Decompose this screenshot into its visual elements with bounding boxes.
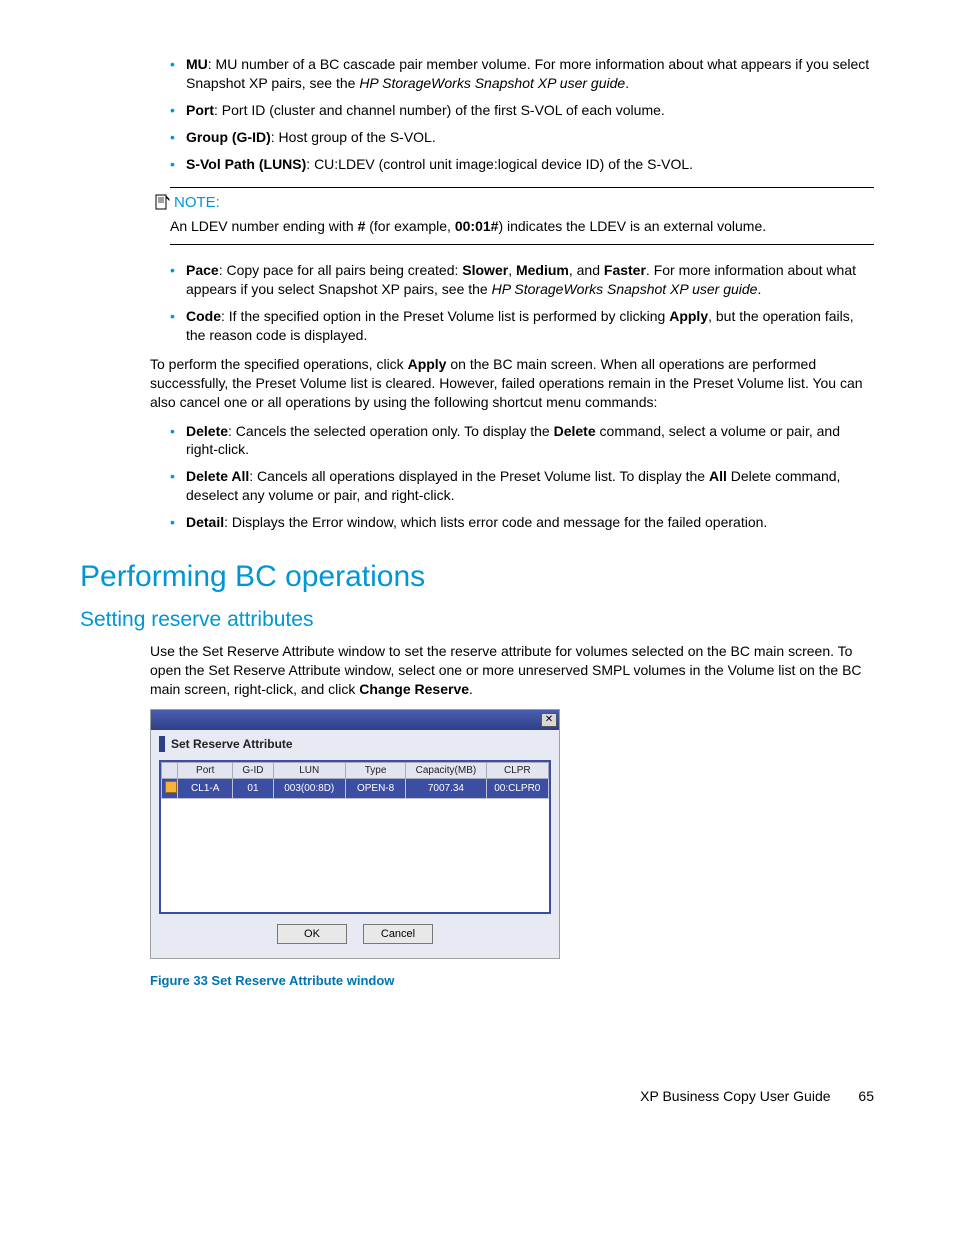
cell-gid: 01 <box>233 778 273 798</box>
term: Pace <box>186 262 219 278</box>
table-row[interactable]: CL1-A 01 003(00:8D) OPEN-8 7007.34 00:CL… <box>162 778 549 798</box>
note-label: NOTE: <box>174 194 220 211</box>
col-port[interactable]: Port <box>178 762 233 778</box>
definition-list-top: MU: MU number of a BC cascade pair membe… <box>150 55 874 173</box>
list-item: S-Vol Path (LUNS): CU:LDEV (control unit… <box>170 155 874 174</box>
window-subtitle: Set Reserve Attribute <box>171 737 293 751</box>
cell-capacity: 7007.34 <box>406 778 486 798</box>
col-capacity[interactable]: Capacity(MB) <box>406 762 486 778</box>
close-icon[interactable]: ✕ <box>541 713 557 727</box>
heading-performing-bc: Performing BC operations <box>80 560 874 594</box>
page-number: 65 <box>858 1088 874 1104</box>
accent-bar <box>159 736 165 752</box>
list-item: Delete All: Cancels all operations displ… <box>170 467 874 505</box>
table-header-row: Port G-ID LUN Type Capacity(MB) CLPR <box>162 762 549 778</box>
cell-type: OPEN-8 <box>345 778 405 798</box>
list-item: Port: Port ID (cluster and channel numbe… <box>170 101 874 120</box>
paragraph: Use the Set Reserve Attribute window to … <box>150 642 874 699</box>
term: Delete All <box>186 468 249 484</box>
paragraph: To perform the specified operations, cli… <box>150 355 874 412</box>
col-gid[interactable]: G-ID <box>233 762 273 778</box>
window-subtitle-row: Set Reserve Attribute <box>159 736 551 752</box>
cell-clpr: 00:CLPR0 <box>486 778 548 798</box>
window-titlebar: ✕ <box>151 710 559 730</box>
footer-title: XP Business Copy User Guide <box>640 1088 830 1104</box>
ok-button[interactable]: OK <box>277 924 347 944</box>
term: MU <box>186 56 208 72</box>
col-clpr[interactable]: CLPR <box>486 762 548 778</box>
term: Group (G-ID) <box>186 129 271 145</box>
note-icon <box>148 194 174 210</box>
list-item: Group (G-ID): Host group of the S-VOL. <box>170 128 874 147</box>
text: : Port ID (cluster and channel number) o… <box>214 102 665 118</box>
list-item: Code: If the specified option in the Pre… <box>170 307 874 345</box>
col-lun[interactable]: LUN <box>273 762 345 778</box>
figure-caption: Figure 33 Set Reserve Attribute window <box>150 973 874 988</box>
col-type[interactable]: Type <box>345 762 405 778</box>
list-item: Detail: Displays the Error window, which… <box>170 513 874 532</box>
text: : Host group of the S-VOL. <box>271 129 436 145</box>
list-item: Delete: Cancels the selected operation o… <box>170 422 874 460</box>
term: S-Vol Path (LUNS) <box>186 156 306 172</box>
text: : CU:LDEV (control unit image:logical de… <box>306 156 693 172</box>
volume-grid: Port G-ID LUN Type Capacity(MB) CLPR CL1… <box>159 760 551 914</box>
definition-list-mid: Pace: Copy pace for all pairs being crea… <box>150 261 874 345</box>
note-text: An LDEV number ending with # (for exampl… <box>170 215 874 244</box>
volume-icon <box>165 781 177 793</box>
italic-ref: HP StorageWorks Snapshot XP user guide <box>359 75 625 91</box>
cancel-button[interactable]: Cancel <box>363 924 433 944</box>
heading-setting-reserve: Setting reserve attributes <box>80 608 874 632</box>
list-item: Pace: Copy pace for all pairs being crea… <box>170 261 874 299</box>
term: Detail <box>186 514 224 530</box>
cell-port: CL1-A <box>178 778 233 798</box>
cell-lun: 003(00:8D) <box>273 778 345 798</box>
list-item: MU: MU number of a BC cascade pair membe… <box>170 55 874 93</box>
button-row: OK Cancel <box>159 924 551 944</box>
term: Code <box>186 308 221 324</box>
term: Delete <box>186 423 228 439</box>
page-footer: XP Business Copy User Guide 65 <box>150 1088 874 1104</box>
note-block: NOTE: An LDEV number ending with # (for … <box>170 187 874 245</box>
text: . <box>625 75 629 91</box>
term: Port <box>186 102 214 118</box>
divider <box>170 244 874 245</box>
command-list: Delete: Cancels the selected operation o… <box>150 422 874 532</box>
set-reserve-attribute-window: ✕ Set Reserve Attribute <box>150 709 560 959</box>
